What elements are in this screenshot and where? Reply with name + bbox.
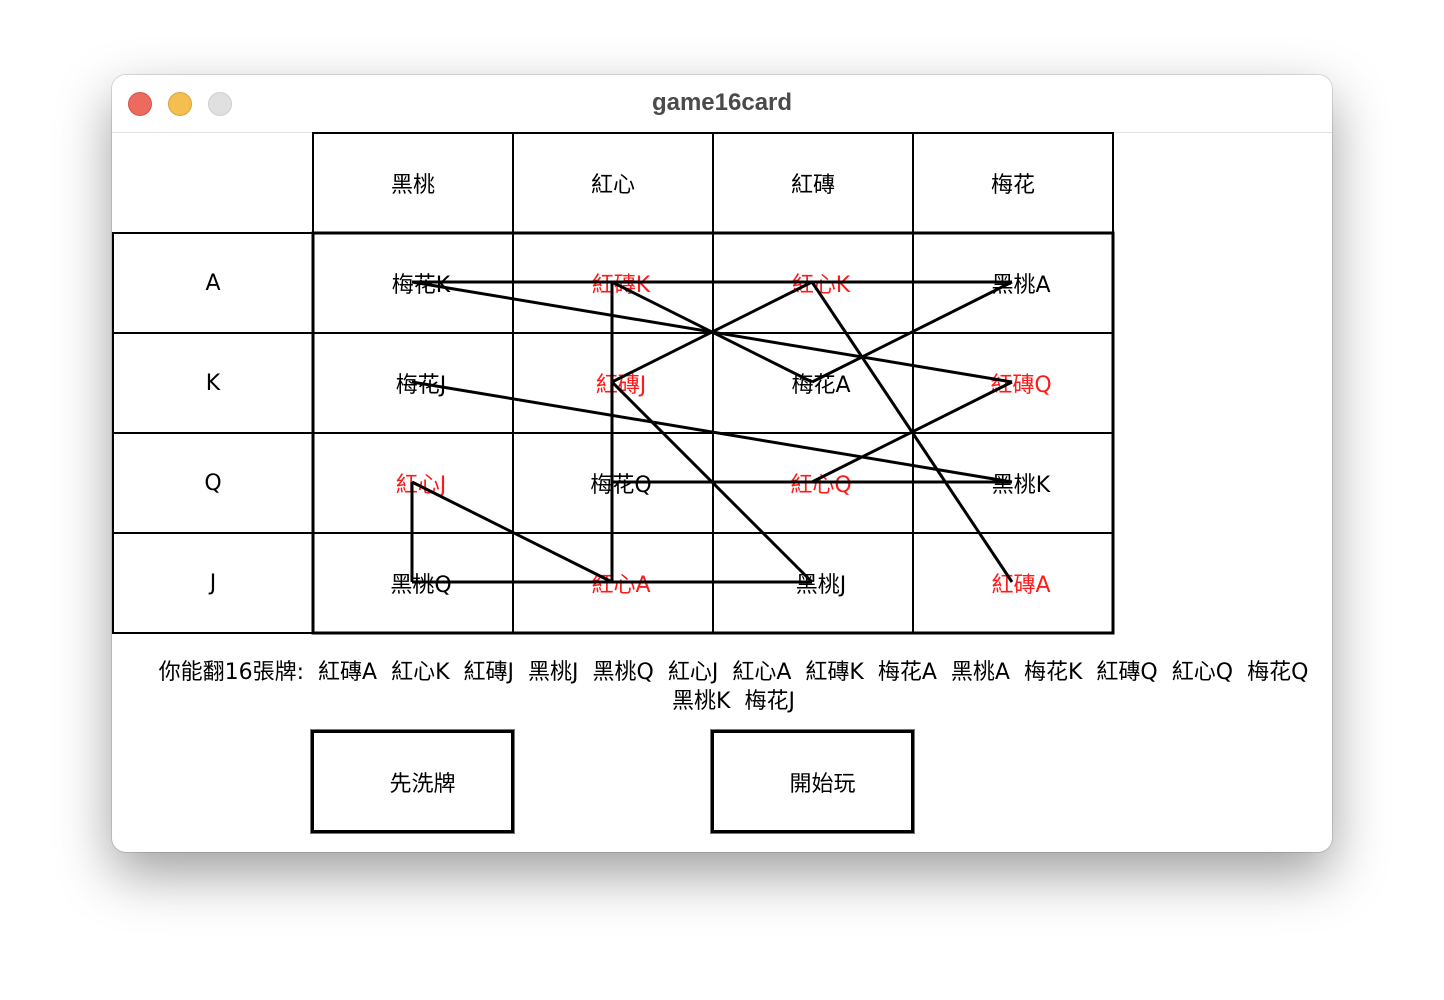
sequence-item: 黑桃J (528, 660, 579, 685)
card-cell[interactable]: 梅花Q (512, 432, 714, 534)
card-cell[interactable]: 梅花K (312, 232, 514, 334)
suit-header-club: 梅花 (912, 132, 1114, 234)
rank-header-q: Q (112, 432, 314, 534)
card-cell[interactable]: 紅心K (712, 232, 914, 334)
card-cell[interactable]: 紅磚J (512, 332, 714, 434)
card-cell[interactable]: 紅心A (512, 532, 714, 634)
flip-sequence-label: 你能翻16張牌: (158, 660, 305, 685)
start-button[interactable]: 開始玩 (711, 730, 914, 833)
rank-header-k: K (112, 332, 314, 434)
suit-header-spade: 黑桃 (312, 132, 514, 234)
sequence-item: 黑桃K (672, 689, 731, 714)
rank-header-j: J (112, 532, 314, 634)
suit-header-heart: 紅心 (512, 132, 714, 234)
card-cell[interactable]: 黑桃A (912, 232, 1114, 334)
sequence-item: 紅磚Q (1096, 660, 1158, 685)
sequence-item: 紅磚A (318, 660, 378, 685)
card-cell[interactable]: 黑桃K (912, 432, 1114, 534)
title-bar: game16card (112, 75, 1332, 133)
sequence-item: 梅花Q (1247, 660, 1309, 685)
card-cell[interactable]: 黑桃J (712, 532, 914, 634)
suit-header-diamond: 紅磚 (712, 132, 914, 234)
sequence-item: 梅花K (1023, 660, 1083, 685)
card-cell[interactable]: 紅磚Q (912, 332, 1114, 434)
sequence-item: 黑桃Q (592, 660, 654, 685)
flip-sequence-text: 你能翻16張牌: 紅磚A 紅心K 紅磚J 黑桃J 黑桃Q 紅心J 紅心A 紅磚K… (152, 658, 1322, 716)
sequence-item: 紅心A (732, 660, 792, 685)
window-title: game16card (651, 89, 793, 116)
card-cell[interactable]: 梅花J (312, 332, 514, 434)
app-window: game16card 黑桃 紅心 紅磚 梅花 A K Q J 梅花K 紅磚K 紅… (112, 75, 1332, 852)
shuffle-button[interactable]: 先洗牌 (311, 730, 514, 833)
card-cell[interactable]: 紅心J (312, 432, 514, 534)
sequence-item: 紅心K (391, 660, 450, 685)
card-cell[interactable]: 梅花A (712, 332, 914, 434)
sequence-item: 黑桃A (950, 660, 1010, 685)
card-cell[interactable]: 紅心Q (712, 432, 914, 534)
game-area: 黑桃 紅心 紅磚 梅花 A K Q J 梅花K 紅磚K 紅心K 黑桃A 梅花J … (112, 132, 1332, 852)
sequence-item: 紅心Q (1171, 660, 1234, 685)
sequence-item: 梅花J (744, 689, 795, 714)
sequence-item: 紅心J (667, 660, 719, 685)
card-cell[interactable]: 紅磚A (912, 532, 1114, 634)
sequence-item: 紅磚J (463, 660, 515, 685)
card-cell[interactable]: 紅磚K (512, 232, 714, 334)
card-cell[interactable]: 黑桃Q (312, 532, 514, 634)
sequence-item: 梅花A (877, 660, 937, 685)
rank-header-a: A (112, 232, 314, 334)
sequence-item: 紅磚K (805, 660, 864, 685)
